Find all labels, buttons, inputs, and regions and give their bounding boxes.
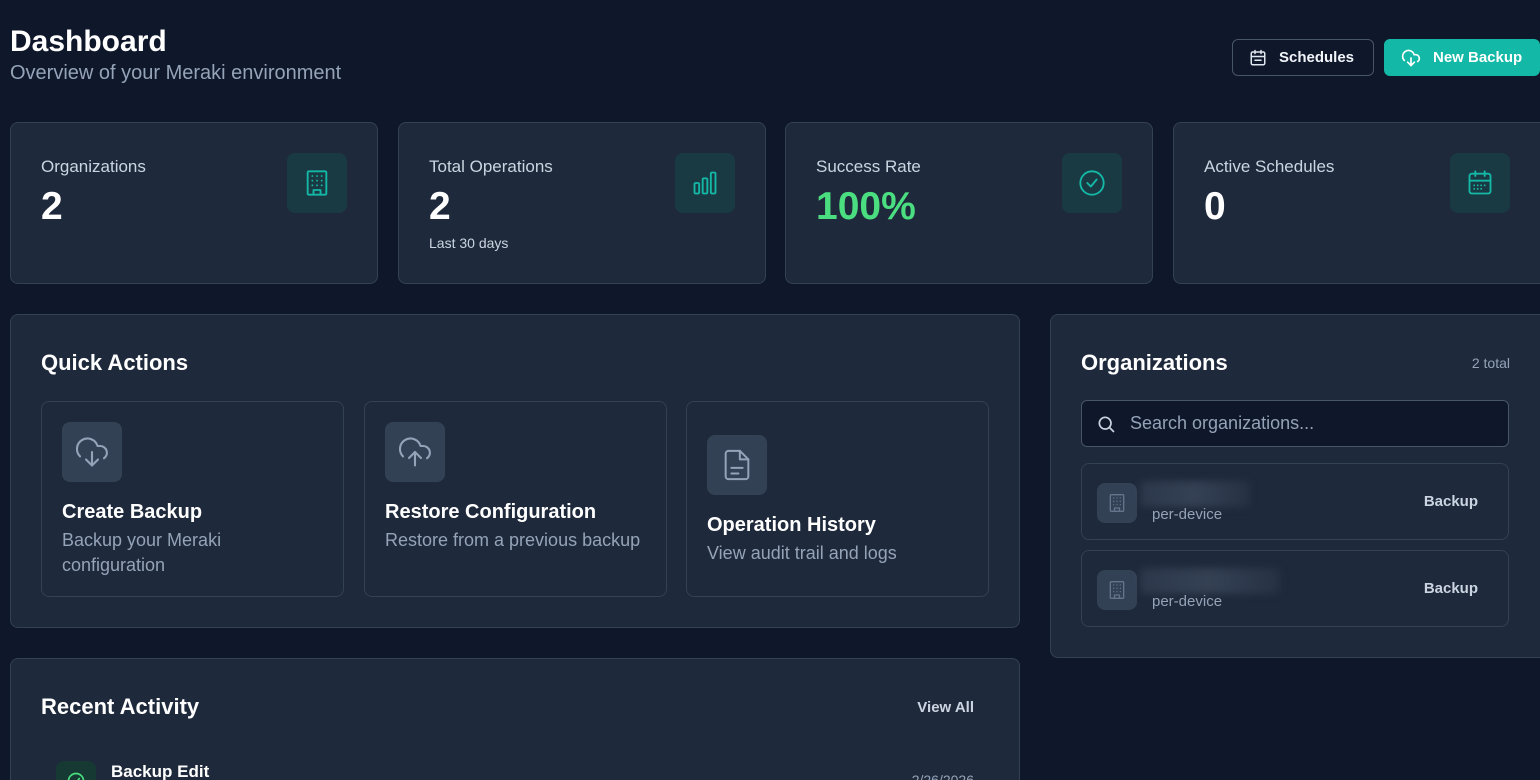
stat-card-total-operations: Total Operations 2 Last 30 days — [398, 122, 766, 284]
stat-label: Total Operations — [429, 157, 553, 176]
view-all-link[interactable]: View All — [917, 699, 974, 716]
new-backup-button[interactable]: New Backup — [1384, 39, 1540, 76]
action-description: Restore from a previous backup — [385, 530, 641, 550]
stat-value: 2 — [41, 185, 63, 228]
search-input[interactable] — [1130, 413, 1480, 434]
action-title: Create Backup — [62, 501, 203, 523]
cloud-upload-icon — [385, 422, 445, 482]
schedules-button-label: Schedules — [1279, 49, 1355, 66]
schedules-button[interactable]: Schedules — [1232, 39, 1374, 76]
quick-actions-panel: Quick Actions Create Backup Backup your … — [10, 314, 1020, 628]
restore-configuration-card[interactable]: Restore Configuration Restore from a pre… — [364, 401, 667, 597]
search-box — [1081, 400, 1509, 447]
check-circle-icon — [1062, 153, 1122, 213]
organizations-title: Organizations — [1081, 350, 1228, 375]
quick-actions-title: Quick Actions — [41, 350, 189, 375]
stat-value: 2 — [429, 185, 451, 228]
activity-title: Backup Edit — [111, 762, 210, 780]
action-title: Operation History — [707, 514, 876, 536]
building-icon — [287, 153, 347, 213]
check-circle-icon — [56, 761, 96, 780]
building-icon — [1097, 483, 1137, 523]
stat-card-success-rate: Success Rate 100% — [785, 122, 1153, 284]
organization-license-type: per-device — [1152, 593, 1223, 610]
stat-subtext: Last 30 days — [429, 235, 509, 251]
cloud-download-icon — [62, 422, 122, 482]
stat-label: Organizations — [41, 157, 146, 176]
bar-chart-icon — [675, 153, 735, 213]
activity-date: 2/26/2026 — [911, 772, 974, 780]
organization-backup-button[interactable]: Backup — [1424, 493, 1478, 510]
stat-value: 0 — [1204, 185, 1226, 228]
stat-card-organizations: Organizations 2 — [10, 122, 378, 284]
stat-value: 100% — [816, 185, 916, 228]
organization-name-redacted — [1140, 568, 1280, 594]
organizations-panel: Organizations 2 total per-device Backup — [1050, 314, 1540, 658]
stat-label: Active Schedules — [1204, 157, 1335, 176]
page-title: Dashboard — [10, 25, 167, 58]
organization-item[interactable]: per-device Backup — [1081, 550, 1509, 627]
search-icon — [1096, 414, 1116, 434]
dashboard-page: Dashboard Overview of your Meraki enviro… — [0, 0, 1540, 780]
recent-activity-panel: Recent Activity View All Backup Edit 2/2… — [10, 658, 1020, 780]
organization-backup-button[interactable]: Backup — [1424, 580, 1478, 597]
organization-name-redacted — [1140, 481, 1250, 507]
stat-card-active-schedules: Active Schedules 0 — [1173, 122, 1540, 284]
operation-history-card[interactable]: Operation History View audit trail and l… — [686, 401, 989, 597]
page-header: Dashboard Overview of your Meraki enviro… — [10, 24, 341, 85]
action-description: View audit trail and logs — [707, 543, 897, 563]
recent-activity-title: Recent Activity — [41, 694, 200, 719]
organizations-count: 2 total — [1471, 355, 1510, 371]
create-backup-card[interactable]: Create Backup Backup your Meraki configu… — [41, 401, 344, 597]
page-subtitle: Overview of your Meraki environment — [10, 62, 342, 84]
organization-item[interactable]: per-device Backup — [1081, 463, 1509, 540]
header-actions: Schedules New Backup — [1232, 39, 1540, 76]
building-icon — [1097, 570, 1137, 610]
calendar-icon — [1249, 49, 1267, 67]
action-title: Restore Configuration — [385, 501, 597, 523]
calendar-icon — [1450, 153, 1510, 213]
file-icon — [707, 435, 767, 495]
action-description: Backup your Meraki configuration — [62, 530, 222, 575]
new-backup-button-label: New Backup — [1433, 49, 1523, 66]
stat-label: Success Rate — [816, 157, 921, 176]
organization-license-type: per-device — [1152, 506, 1223, 523]
cloud-download-icon — [1401, 48, 1421, 68]
